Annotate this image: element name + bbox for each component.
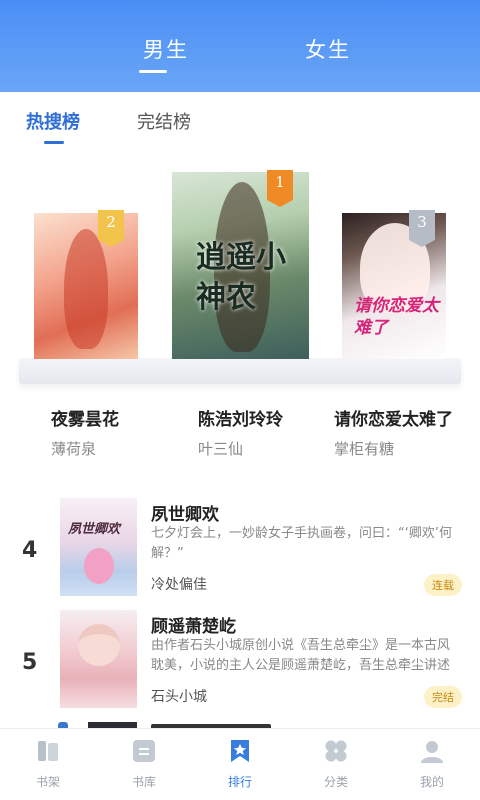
subtab-hot-search[interactable]: 热搜榜 — [26, 108, 80, 134]
list-item[interactable]: 4 夙世卿欢 夙世卿欢 七夕灯会上，一妙龄女子手执画卷，问曰：“‘卿欢’何解？”… — [0, 494, 480, 606]
top-header: 男生 女生 — [0, 0, 480, 92]
ranking-subtabs: 热搜榜 完结榜 — [0, 92, 480, 150]
rank-ribbon-2: 2 — [98, 210, 124, 247]
rank-number: 1 — [275, 173, 285, 191]
bookshelf-icon — [34, 737, 62, 765]
status-badge: 完结 — [424, 686, 462, 708]
tab-female[interactable]: 女生 — [278, 34, 378, 64]
tab-ranking[interactable]: 排行 — [210, 737, 270, 790]
tab-male[interactable]: 男生 — [116, 34, 216, 64]
rank-number: 4 — [22, 538, 38, 563]
tab-label: 我的 — [419, 775, 444, 789]
tab-label: 排行 — [227, 775, 252, 789]
book-cover[interactable] — [60, 610, 137, 708]
tab-category[interactable]: 分类 — [306, 737, 366, 790]
book-title[interactable]: 顾遥萧楚屹 — [151, 612, 236, 637]
podium-author-rank-1: 叶三仙 — [198, 440, 244, 458]
tab-label: 书库 — [131, 775, 156, 789]
podium-title-rank-1[interactable]: 陈浩刘玲玲 — [198, 405, 283, 430]
tab-profile[interactable]: 我的 — [402, 737, 462, 790]
book-description: 七夕灯会上，一妙龄女子手执画卷，问曰：“‘卿欢’何解？” — [151, 526, 452, 561]
cover-illustration — [78, 624, 120, 666]
tab-label: 书架 — [35, 775, 60, 789]
book-author: 石头小城 — [151, 689, 207, 705]
tab-label: 分类 — [323, 775, 348, 789]
status-badge: 连载 — [424, 574, 462, 596]
rank-ribbon-3: 3 — [409, 210, 435, 247]
bottom-tabbar: 书架 书库 排行 分类 我的 — [0, 728, 480, 800]
cover-title-art: 夙世卿欢 — [68, 522, 121, 537]
rank-number: 5 — [22, 650, 38, 675]
tab-library[interactable]: 书库 — [114, 737, 174, 790]
podium-title-rank-3[interactable]: 请你恋爱太难了 — [334, 405, 453, 430]
cover-illustration — [64, 229, 108, 349]
active-tab-indicator — [139, 70, 167, 73]
list-item[interactable]: 5 顾遥萧楚屹 由作者石头小城原创小说《吾生总牵尘》是一本古风耽美，小说的主人公… — [0, 606, 480, 718]
cover-title-art: 逍遥小神农 — [196, 240, 286, 315]
ranking-bookmark-icon — [226, 737, 254, 765]
library-icon — [130, 737, 158, 765]
profile-icon — [418, 737, 446, 765]
podium-author-rank-3: 掌柜有糖 — [334, 440, 395, 458]
category-grid-icon — [322, 737, 350, 765]
subtab-indicator — [44, 141, 64, 144]
podium-author-rank-2: 薄荷泉 — [51, 440, 97, 458]
book-description: 由作者石头小城原创小说《吾生总牵尘》是一本古风耽美，小说的主人公是顾遥萧楚屹，吾… — [151, 638, 451, 673]
rank-number: 3 — [417, 213, 427, 231]
podium-stand — [19, 358, 461, 384]
book-cover[interactable]: 夙世卿欢 — [60, 498, 137, 596]
tab-bookshelf[interactable]: 书架 — [18, 737, 78, 790]
subtab-completed[interactable]: 完结榜 — [137, 108, 191, 134]
cover-illustration — [84, 548, 114, 584]
rank-number: 2 — [106, 213, 116, 231]
book-author: 冷处偏佳 — [151, 577, 207, 593]
cover-title-art: 请你恋爱太难了 — [354, 296, 439, 338]
podium-title-rank-2[interactable]: 夜雾昙花 — [51, 405, 119, 430]
rank-ribbon-1: 1 — [267, 170, 293, 207]
book-title[interactable]: 夙世卿欢 — [151, 500, 219, 525]
